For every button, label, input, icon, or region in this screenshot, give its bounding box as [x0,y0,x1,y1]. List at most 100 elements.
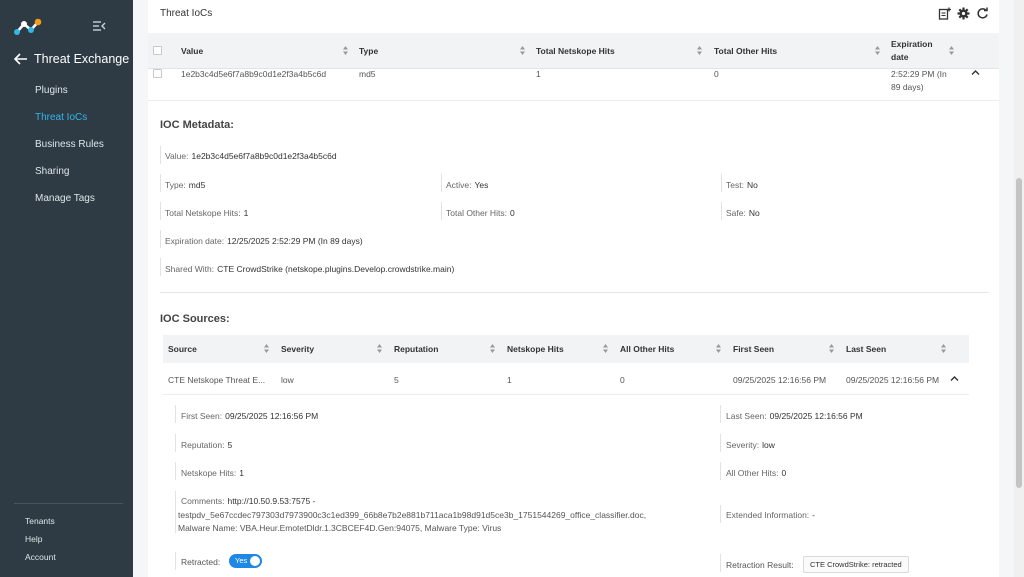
field-divider [720,405,721,423]
column-header-value[interactable]: Value [181,33,203,69]
sort-icon[interactable] [342,45,349,56]
sort-icon[interactable] [940,343,947,354]
sidebar-item-account[interactable]: Account [25,552,56,570]
column-header-all-other-hits[interactable]: All Other Hits [620,335,674,363]
add-note-icon[interactable] [938,7,951,20]
field-divider [160,230,161,248]
card-title: Threat IoCs [160,8,213,19]
field-divider [160,174,161,192]
column-header-netskope-hits[interactable]: Netskope Hits [507,335,564,363]
sort-icon[interactable] [828,343,835,354]
source-name: CTE Netskope Threat E... [168,375,266,385]
scrollbar-thumb[interactable] [1016,178,1022,488]
sidebar-item-tenants[interactable]: Tenants [25,516,56,534]
metadata-safe: Safe: No [726,208,760,218]
ioc-sources-title: IOC Sources: [160,313,230,325]
sort-icon[interactable] [376,343,383,354]
column-header-total-other-hits[interactable]: Total Other Hits [714,33,777,69]
field-divider [175,434,176,452]
column-header-first-seen[interactable]: First Seen [733,335,774,363]
source-netskope-hits: 1 [507,375,512,385]
detail-last-seen-text: 09/25/2025 12:16:56 PM [769,411,863,421]
column-header-severity[interactable]: Severity [281,335,314,363]
gear-icon[interactable] [957,7,970,20]
threat-iocs-card: Threat IoCs Value Type Total Netskope Hi… [148,0,999,577]
detail-netskope-hits-label: Netskope Hits: [181,468,237,478]
sidebar-item-manage-tags[interactable]: Manage Tags [35,192,104,219]
retracted-toggle[interactable]: Yes [229,554,262,568]
source-last-seen: 09/25/2025 12:16:56 PM [846,375,940,385]
metadata-type: Type: md5 [165,180,205,190]
metadata-active: Active: Yes [446,180,488,190]
section-title: Threat Exchange [34,52,130,66]
section-separator [160,292,989,293]
detail-extended-text: - [812,510,816,520]
iocs-table-header: Value Type Total Netskope Hits Total Oth… [148,33,999,69]
column-header-total-netskope-hits[interactable]: Total Netskope Hits [536,33,615,69]
detail-other-hits-text: 0 [781,468,787,478]
detail-comments-line2: testpdv_5e67ccdec797303d7973900c3c1ed399… [178,510,647,520]
metadata-total-netskope-hits: Total Netskope Hits: 1 [165,208,248,218]
sort-icon[interactable] [263,343,270,354]
field-divider [721,202,722,220]
card-actions [938,7,989,20]
sidebar-item-threat-iocs[interactable]: Threat IoCs [35,111,104,138]
sidebar-item-sharing[interactable]: Sharing [35,165,104,192]
refresh-icon[interactable] [976,7,989,20]
ioc-expiration-line1: 2:52:29 PM (In [891,69,947,79]
sidebar-item-business-rules[interactable]: Business Rules [35,138,104,165]
metadata-safe-label: Safe: [726,208,746,218]
chevron-up-icon[interactable] [971,69,980,76]
sort-icon[interactable] [519,45,526,56]
metadata-netskope-hits-label: Total Netskope Hits: [165,208,241,218]
ioc-other-hits: 0 [714,69,719,79]
chevron-up-icon[interactable] [950,375,959,382]
sources-table-header: Source Severity Reputation Netskope Hits… [163,335,969,363]
detail-last-seen: Last Seen: 09/25/2025 12:16:56 PM [726,411,863,421]
metadata-shared-with: Shared With: CTE CrowdStrike (netskope.pl… [165,264,454,274]
arrow-left-icon [14,53,27,65]
sidebar-item-plugins[interactable]: Plugins [35,84,104,111]
sort-icon[interactable] [489,343,496,354]
metadata-shared-label: Shared With: [165,264,215,274]
source-first-seen: 09/25/2025 12:16:56 PM [733,375,827,385]
select-all-checkbox[interactable] [153,46,162,55]
metadata-active-text: Yes [474,180,489,190]
metadata-test-text: No [746,180,758,190]
netskope-logo-icon[interactable] [14,17,44,37]
sort-icon[interactable] [948,45,955,56]
column-header-reputation[interactable]: Reputation [394,335,438,363]
metadata-active-label: Active: [446,180,472,190]
row-checkbox[interactable] [153,69,162,78]
metadata-total-other-hits: Total Other Hits: 0 [446,208,515,218]
sort-icon[interactable] [696,45,703,56]
field-divider [175,462,176,480]
field-divider [175,491,176,533]
menu-collapse-icon[interactable] [92,20,106,32]
detail-reputation: Reputation: 5 [181,440,232,450]
metadata-value-label: Value: [165,151,189,161]
field-divider [441,202,442,220]
sidebar: Threat Exchange Plugins Threat IoCs Busi… [0,0,133,577]
ioc-type: md5 [359,69,376,79]
column-header-last-seen[interactable]: Last Seen [846,335,886,363]
field-divider [720,505,721,523]
metadata-value: Value: 1e2b3c4d5e6f7a8b9c0d1e2f3a4b5c6d [165,151,337,161]
table-row[interactable]: CTE Netskope Threat E... low 5 1 0 09/25… [163,363,969,395]
table-row[interactable]: 1e2b3c4d5e6f7a8b9c0d1e2f3a4b5c6d md5 1 0… [148,69,999,101]
sidebar-item-help[interactable]: Help [25,534,56,552]
sort-icon[interactable] [602,343,609,354]
column-header-source[interactable]: Source [168,335,197,363]
back-to-threat-exchange[interactable]: Threat Exchange [14,52,129,66]
sort-icon[interactable] [874,45,881,56]
sort-icon[interactable] [715,343,722,354]
metadata-type-text: md5 [188,180,206,190]
column-header-type[interactable]: Type [359,33,378,69]
detail-other-hits-label: All Other Hits: [726,468,779,478]
detail-first-seen: First Seen: 09/25/2025 12:16:56 PM [181,411,318,421]
field-divider [720,554,721,572]
metadata-test: Test: No [726,180,758,190]
column-header-expiration-date[interactable]: Expiration date [891,33,933,69]
detail-retracted-label: Retracted: [181,557,221,567]
detail-comments-line1: http://10.50.9.53:7575 - [227,496,316,506]
